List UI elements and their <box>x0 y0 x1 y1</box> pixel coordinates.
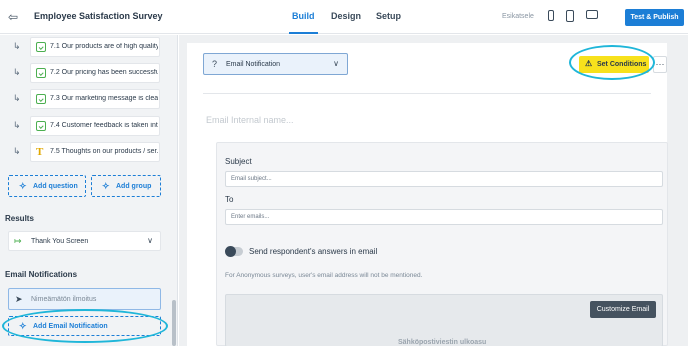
results-item-label: Thank You Screen <box>31 238 89 245</box>
notification-type-label: Email Notification <box>226 61 281 68</box>
results-section-title: Results <box>5 214 34 223</box>
send-answers-label: Send respondent's answers in email <box>249 247 378 256</box>
question-item[interactable]: ↳ 7.3 Our marketing message is clear <box>0 88 170 110</box>
exit-screen-icon: ↦ <box>14 236 22 246</box>
survey-title: Employee Satisfaction Survey <box>34 11 163 21</box>
preview-label: Esikatsele <box>502 13 534 20</box>
chevron-down-icon: ∨ <box>333 59 339 68</box>
subitem-arrow-icon: ↳ <box>13 120 21 130</box>
subitem-arrow-icon: ↳ <box>13 146 21 156</box>
add-question-button[interactable]: ✧ Add question <box>8 175 86 197</box>
question-card[interactable]: 7.4 Customer feedback is taken int... <box>30 116 160 136</box>
subject-input[interactable]: Email subject... <box>225 171 663 187</box>
notifications-section-title: Email Notifications <box>5 270 78 279</box>
subitem-arrow-icon: ↳ <box>13 67 21 77</box>
plus-icon: ✧ <box>19 181 27 191</box>
question-card[interactable]: 7.3 Our marketing message is clear <box>30 89 160 109</box>
question-mark-icon: ? <box>212 59 218 69</box>
plus-icon: ✧ <box>102 181 110 191</box>
text-icon: T <box>36 146 44 158</box>
desktop-icon[interactable] <box>586 10 598 19</box>
subject-label: Subject <box>225 157 252 166</box>
highlight-ellipse <box>569 45 655 80</box>
question-label: 7.3 Our marketing message is clear <box>50 95 158 102</box>
notification-type-select[interactable]: ? Email Notification ∨ <box>203 53 348 75</box>
sidebar-scrollbar[interactable] <box>172 300 176 346</box>
mobile-icon[interactable] <box>548 10 554 21</box>
editor-area: ? Email Notification ∨ ⚠ Set Conditions … <box>179 35 688 346</box>
question-item[interactable]: ↳ T 7.5 Thoughts on our products / ser..… <box>0 141 170 163</box>
add-question-label: Add question <box>33 183 78 190</box>
internal-name-input[interactable]: Email Internal name... <box>206 115 294 125</box>
highlight-ellipse <box>2 309 168 343</box>
anonymous-note: For Anonymous surveys, user's email addr… <box>225 272 423 279</box>
results-item[interactable]: ↦ Thank You Screen ∨ <box>8 231 161 251</box>
email-layout-preview: Customize Email Sähköpostiviestin ulkoas… <box>225 294 663 346</box>
email-form: Subject Email subject... To Enter emails… <box>216 142 668 346</box>
question-item[interactable]: ↳ 7.4 Customer feedback is taken int... <box>0 115 170 137</box>
tab-design[interactable]: Design <box>331 11 361 21</box>
to-input[interactable]: Enter emails... <box>225 209 663 225</box>
exit-arrow-icon[interactable]: ⇦ <box>8 10 22 24</box>
question-item[interactable]: ↳ 7.1 Our products are of high quality <box>0 36 170 58</box>
question-card[interactable]: 7.2 Our pricing has been successful <box>30 63 160 83</box>
notification-item[interactable]: ➤ Nimeämätön ilmoitus <box>8 288 161 310</box>
notification-item-label: Nimeämätön ilmoitus <box>31 296 97 303</box>
question-label: 7.5 Thoughts on our products / ser... <box>50 148 158 155</box>
test-publish-button[interactable]: Test & Publish <box>625 9 684 26</box>
subitem-arrow-icon: ↳ <box>13 93 21 103</box>
customize-email-button[interactable]: Customize Email <box>590 301 656 318</box>
question-card[interactable]: 7.1 Our products are of high quality <box>30 37 160 57</box>
divider <box>203 93 651 94</box>
add-group-label: Add group <box>116 183 152 190</box>
checkbox-icon <box>36 94 46 104</box>
checkbox-icon <box>36 42 46 52</box>
question-label: 7.4 Customer feedback is taken int... <box>50 122 158 129</box>
add-group-button[interactable]: ✧ Add group <box>91 175 161 197</box>
question-label: 7.2 Our pricing has been successful <box>50 69 158 76</box>
tab-build[interactable]: Build <box>289 11 317 34</box>
top-bar: ⇦ Employee Satisfaction Survey Build Des… <box>0 0 688 34</box>
question-item[interactable]: ↳ 7.2 Our pricing has been successful <box>0 62 170 84</box>
email-layout-label: Sähköpostiviestin ulkoasu <box>398 339 487 346</box>
question-label: 7.1 Our products are of high quality <box>50 43 158 50</box>
subitem-arrow-icon: ↳ <box>13 41 21 51</box>
notification-panel: ? Email Notification ∨ ⚠ Set Conditions … <box>187 43 668 346</box>
tab-setup[interactable]: Setup <box>376 11 401 21</box>
checkbox-icon <box>36 68 46 78</box>
more-options-button[interactable]: ··· <box>653 56 667 73</box>
sidebar: ↳ 7.1 Our products are of high quality ↳… <box>0 35 178 346</box>
send-answers-toggle[interactable] <box>225 246 243 257</box>
send-icon: ➤ <box>15 294 23 304</box>
question-card[interactable]: T 7.5 Thoughts on our products / ser... <box>30 142 160 162</box>
chevron-down-icon[interactable]: ∨ <box>147 236 153 245</box>
to-label: To <box>225 195 234 204</box>
tablet-icon[interactable] <box>566 10 574 22</box>
checkbox-icon <box>36 121 46 131</box>
